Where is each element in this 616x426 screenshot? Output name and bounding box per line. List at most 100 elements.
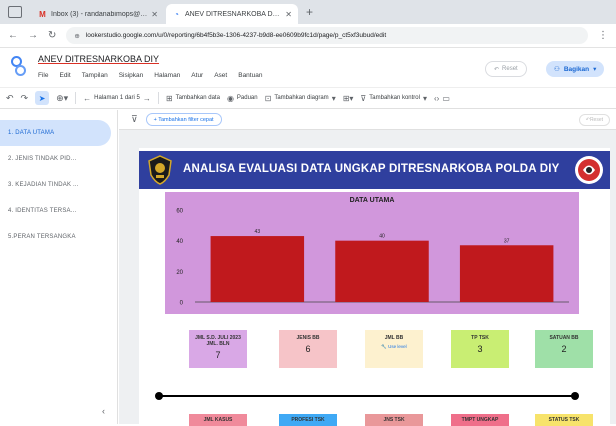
close-tab-icon[interactable]: ✕ <box>285 10 292 19</box>
page-navigator[interactable]: ← Halaman 1 dari 5 → <box>83 94 151 103</box>
chevron-down-icon: ▾ <box>422 93 427 103</box>
scorecard[interactable]: TP TSK 3 <box>451 330 509 368</box>
scorecard-header[interactable]: JNS TSK <box>365 414 423 426</box>
scorecard-label: TP TSK <box>471 335 489 341</box>
add-chart-label: Tambahkan diagram <box>274 95 329 101</box>
chevron-down-icon: ▾ <box>593 66 597 73</box>
menu-view[interactable]: Tampilan <box>82 72 108 79</box>
url-input[interactable]: ⊕ lookerstudio.google.com/u/0/reporting/… <box>66 27 588 44</box>
looker-studio-icon: ◔ <box>174 9 179 19</box>
guide-button[interactable]: ◉ Paduan <box>227 94 258 103</box>
bar[interactable] <box>459 245 554 302</box>
collapse-panel-icon[interactable]: ‹ <box>102 406 105 416</box>
gmail-icon: M <box>39 9 46 19</box>
timeline-start-dot <box>155 392 163 400</box>
menu-resource[interactable]: Aset <box>214 72 227 79</box>
back-icon[interactable]: ← <box>8 30 18 41</box>
toolbar-divider <box>75 92 77 104</box>
window-icon[interactable] <box>8 6 22 18</box>
chevron-down-icon: ▾ <box>331 93 336 103</box>
page-item-peran-tersangka[interactable]: 5.PERAN TERSANGKA <box>0 224 117 250</box>
menu-arrange[interactable]: Atur <box>191 72 203 79</box>
select-cursor-icon[interactable]: ➤ <box>35 91 50 105</box>
browser-tabstrip: M Inbox (3) - randanabimops@gm ✕ ◔ ANEV … <box>0 0 616 24</box>
scorecard-label: SATUAN BB <box>549 335 579 341</box>
filter-reset-button[interactable]: ↶ Reset <box>578 114 610 126</box>
scorecard[interactable]: JML BB 🔧 Use level <box>365 330 423 368</box>
scorecard-value: 2 <box>561 344 567 354</box>
scorecard[interactable]: SATUAN BB 2 <box>535 330 593 368</box>
bar[interactable] <box>210 236 305 302</box>
scorecard-control[interactable]: 🔧 Use level <box>381 344 406 350</box>
scorecard-label: JENIS BB <box>296 335 320 341</box>
page-item-identitas-tersangka[interactable]: 4. IDENTITAS TERSA... <box>0 198 117 224</box>
add-control-button[interactable]: ⊽ Tambahkan kontrol ▾ <box>360 94 427 103</box>
page-navigation: 1. DATA UTAMA 2. JENIS TINDAK PID... 3. … <box>0 110 118 424</box>
menu-page[interactable]: Halaman <box>154 72 180 79</box>
chart-svg: DATA UTAMA 0 20 40 60 43 40 37 <box>176 197 569 307</box>
add-chart-button[interactable]: ⊡ Tambahkan diagram ▾ <box>265 94 336 103</box>
report-page: ANALISA EVALUASI DATA UNGKAP DITRESNARKO… <box>139 148 610 426</box>
previous-page-icon[interactable]: ← <box>83 94 91 103</box>
add-data-label: Tambahkan data <box>175 95 220 101</box>
add-data-button[interactable]: ⊞ Tambahkan data <box>166 94 220 103</box>
image-icon[interactable]: ▭ <box>442 94 450 103</box>
menu-file[interactable]: File <box>38 72 48 79</box>
add-control-label: Tambahkan kontrol <box>369 95 420 101</box>
scorecard[interactable]: JML S.D. JULI 2023 JML. BLN 7 <box>189 330 247 368</box>
new-tab-button[interactable]: + <box>306 5 313 19</box>
tab-title: ANEV DITRESNARKOBA DIY - L <box>185 10 282 18</box>
share-label: Bagikan <box>563 65 590 73</box>
site-info-icon[interactable]: ⊕ <box>74 32 79 40</box>
page-item-jenis-tindak[interactable]: 2. JENIS TINDAK PID... <box>0 146 117 172</box>
toolbar-divider <box>157 92 159 104</box>
scorecard-value: 3 <box>477 344 483 354</box>
filter-reset-label: Reset <box>589 117 603 123</box>
scorecard-label: JML BB <box>384 335 404 341</box>
browser-tab-gmail[interactable]: M Inbox (3) - randanabimops@gm ✕ <box>32 4 164 24</box>
y-tick-label: 40 <box>176 239 183 245</box>
filter-bar: ⊽ + Tambahkan filter cepat ↶ Reset <box>119 110 616 130</box>
menu-help[interactable]: Bantuan <box>238 72 262 79</box>
redo-icon[interactable]: ↷ <box>21 93 29 104</box>
timeline-divider <box>155 392 579 400</box>
filter-icon: ⊽ <box>131 114 138 124</box>
url-prefix: lookerstudio. <box>85 32 123 39</box>
scorecard[interactable]: JENIS BB 6 <box>279 330 337 368</box>
reset-button[interactable]: ↶ Reset <box>485 61 527 77</box>
scorecard-header[interactable]: STATUS TSK <box>535 414 593 426</box>
y-tick-label: 20 <box>176 270 183 276</box>
add-control-icon: ⊽ <box>360 93 367 103</box>
bar-data-label: 40 <box>379 234 385 240</box>
reload-icon[interactable]: ↻ <box>48 30 56 41</box>
embed-button[interactable]: ‹› ▭ <box>434 94 450 103</box>
bar-data-label: 43 <box>255 229 261 235</box>
forward-icon[interactable]: → <box>28 30 38 41</box>
page-item-data-utama[interactable]: 1. DATA UTAMA <box>0 120 111 146</box>
scorecard-header[interactable]: TMPT UNGKAP <box>451 414 509 426</box>
bar[interactable] <box>335 240 429 302</box>
next-page-icon[interactable]: → <box>143 94 151 103</box>
scorecard-label: JML S.D. JULI 2023 JML. BLN <box>195 335 241 347</box>
scorecard-header[interactable]: JML KASUS <box>189 414 247 426</box>
share-button[interactable]: ⚇ Bagikan ▾ <box>546 61 605 77</box>
code-icon: ‹› <box>434 93 440 103</box>
community-viz-button[interactable]: ⊞▾ <box>343 94 354 103</box>
menu-edit[interactable]: Edit <box>59 72 70 79</box>
zoom-icon[interactable]: ⊕▾ <box>56 93 68 104</box>
undo-icon[interactable]: ↶ <box>6 93 14 104</box>
report-title[interactable]: ANEV DITRESNARKOBA DIY <box>38 54 159 64</box>
tab-title: Inbox (3) - randanabimops@gm <box>51 10 148 18</box>
bar-chart-data-utama[interactable]: DATA UTAMA 0 20 40 60 43 40 37 <box>165 192 579 314</box>
menu-insert[interactable]: Sisipkan <box>119 72 144 79</box>
close-tab-icon[interactable]: ✕ <box>151 10 158 19</box>
browser-tab-looker[interactable]: ◔ ANEV DITRESNARKOBA DIY - L ✕ <box>166 4 298 24</box>
menu-icon[interactable]: ⋮ <box>598 30 608 41</box>
looker-studio-logo-icon[interactable] <box>10 56 26 76</box>
page-item-kejadian-tindak[interactable]: 3. KEJADIAN TINDAK ... <box>0 172 117 198</box>
add-quick-filter-button[interactable]: + Tambahkan filter cepat <box>145 113 222 126</box>
scorecard-header[interactable]: PROFESI TSK <box>279 414 337 426</box>
undo-icon: ↶ <box>494 66 500 73</box>
scorecard-value: 7 <box>215 350 221 360</box>
url-domain: google.com <box>122 32 157 39</box>
